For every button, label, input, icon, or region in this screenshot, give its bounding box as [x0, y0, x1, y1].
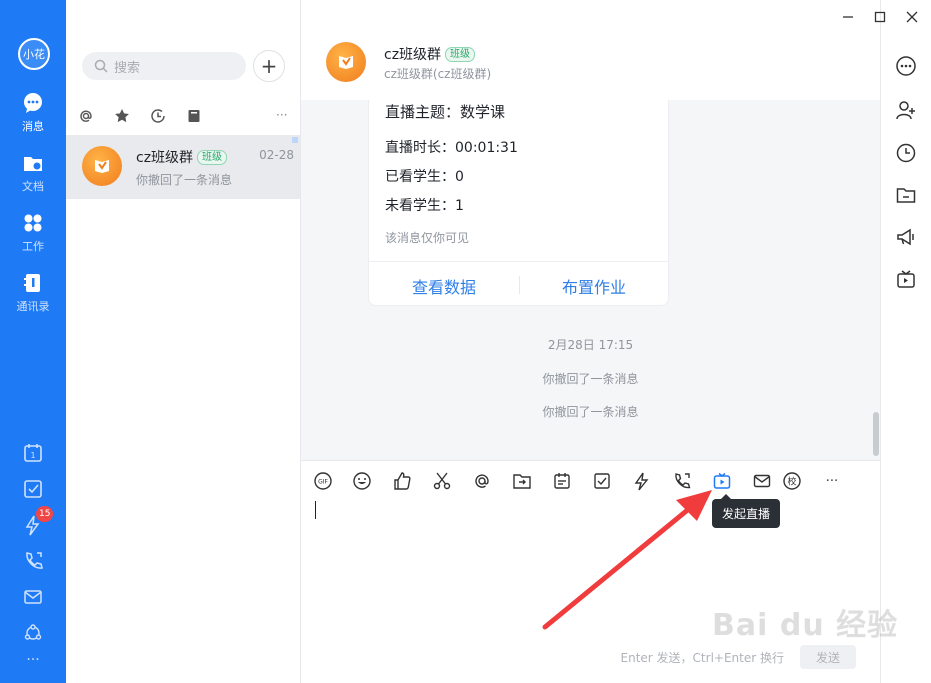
emoji-icon[interactable] [350, 469, 374, 493]
calendar-day: 1 [30, 451, 35, 460]
schedule-icon[interactable] [550, 469, 574, 493]
right-toolbar [880, 0, 931, 683]
task-check-icon[interactable] [590, 469, 614, 493]
add-button[interactable]: + [253, 50, 285, 82]
group-avatar [82, 146, 122, 186]
more-options[interactable]: ··· [276, 108, 287, 122]
lightning-icon[interactable] [0, 514, 66, 536]
user-avatar[interactable]: 小花 [18, 38, 50, 70]
nav-item-docs[interactable]: 文档 [0, 152, 66, 194]
nav-item-work[interactable]: 工作 [0, 212, 66, 254]
lightning-icon[interactable] [630, 469, 654, 493]
network-icon[interactable] [0, 622, 66, 644]
more-dots-icon[interactable]: ··· [820, 469, 844, 493]
send-button[interactable]: 发送 [800, 645, 856, 669]
grid-apps-icon [22, 212, 44, 234]
nav-label: 通讯录 [16, 300, 50, 313]
live-topic: 直播主题：数学课 [385, 103, 506, 121]
more-circle-icon[interactable] [895, 55, 917, 77]
at-mention-icon[interactable] [470, 469, 494, 493]
baidu-watermark: Bai du 经验 [712, 608, 899, 643]
mail-icon[interactable] [0, 586, 66, 608]
at-mention-icon[interactable] [78, 108, 94, 124]
history-clock-icon[interactable] [895, 142, 917, 164]
chat-header: cz班级群 班级 cz班级群(cz班级群) [301, 0, 880, 100]
scissors-icon[interactable] [430, 469, 454, 493]
book-icon [95, 160, 109, 173]
book-icon [339, 56, 353, 69]
archive-icon[interactable] [186, 108, 202, 124]
recent-clock-icon[interactable] [150, 108, 166, 124]
contacts-book-icon [22, 272, 44, 294]
star-icon[interactable] [114, 108, 130, 124]
scrollbar[interactable] [873, 412, 879, 456]
session-preview: 你撤回了一条消息 [136, 173, 233, 187]
add-member-icon[interactable] [895, 99, 917, 121]
chat-subtitle: cz班级群(cz班级群) [384, 67, 492, 81]
more-dots-icon[interactable]: ··· [0, 652, 66, 668]
call-icon[interactable] [670, 469, 694, 493]
calendar-icon[interactable]: 1 [0, 442, 66, 464]
live-duration: 直播时长：00:01:31 [385, 140, 518, 156]
start-live-tooltip: 发起直播 [712, 494, 781, 528]
left-nav: 小花 消息 文档 工作 通讯录 1 15 ··· [0, 0, 66, 683]
maximize-icon[interactable] [869, 6, 891, 28]
chat-title-text: cz班级群 [384, 47, 442, 63]
school-icon[interactable]: 校 [780, 469, 804, 493]
session-name-text: cz班级群 [136, 150, 194, 166]
session-item[interactable]: cz班级群 班级 02-28 你撤回了一条消息 [66, 135, 300, 199]
folder-icon[interactable] [895, 184, 917, 206]
send-hint: Enter 发送，Ctrl+Enter 换行 发送 [621, 645, 856, 669]
unwatched-count: 未看学生：1 [385, 198, 464, 214]
visibility-note: 该消息仅你可见 [385, 231, 470, 245]
nav-label: 文档 [22, 180, 44, 193]
class-tag: 班级 [445, 46, 476, 62]
gif-icon[interactable]: GIF [311, 469, 335, 493]
close-icon[interactable] [901, 6, 923, 28]
recall-notice: 你撤回了一条消息 [542, 372, 639, 386]
nav-label: 工作 [22, 240, 44, 253]
card-actions: 查看数据 布置作业 [369, 261, 668, 306]
announcement-icon[interactable] [895, 226, 917, 248]
recall-notice: 你撤回了一条消息 [542, 405, 639, 419]
gif-label: GIF [318, 479, 328, 486]
school-label: 校 [787, 476, 796, 488]
watched-count: 已看学生：0 [385, 169, 464, 185]
search-box[interactable]: 搜索 [82, 52, 246, 80]
start-live-icon[interactable] [710, 469, 734, 493]
live-tv-icon[interactable] [895, 268, 917, 290]
phone-icon[interactable] [0, 550, 66, 572]
nav-item-messages[interactable]: 消息 [0, 92, 66, 134]
folder-send-icon[interactable] [510, 469, 534, 493]
session-time: 02-28 [259, 148, 294, 162]
mail-icon[interactable] [750, 469, 774, 493]
message-timestamp: 2月28日 17:15 [547, 338, 634, 352]
message-composer[interactable]: GIF 校 ··· 发起直播 Enter 发送，Ctrl+Enter 换行 发送 [301, 460, 880, 683]
nav-item-contacts[interactable]: 通讯录 [0, 272, 66, 314]
thumbs-up-icon[interactable] [390, 469, 414, 493]
minimize-icon[interactable] [837, 6, 859, 28]
session-name: cz班级群 班级 [136, 147, 228, 167]
filter-bar: ··· [66, 104, 301, 130]
search-icon [94, 59, 108, 73]
folder-icon [22, 152, 44, 174]
chat-title[interactable]: cz班级群 班级 [384, 44, 476, 64]
corner-mark [292, 137, 298, 143]
nav-label: 消息 [22, 120, 44, 133]
group-avatar[interactable] [326, 42, 366, 82]
chat-bubble-icon [22, 92, 44, 114]
search-placeholder: 搜索 [114, 60, 141, 76]
todo-check-icon[interactable] [0, 478, 66, 500]
class-tag: 班级 [197, 149, 228, 165]
live-summary-card: 直播主题：数学课 直播时长：00:01:31 已看学生：0 未看学生：1 该消息… [368, 88, 669, 306]
session-list-panel: 搜索 + ··· cz班级群 班级 02-28 你撤回了一条消息 [66, 0, 301, 683]
send-hint-text: Enter 发送，Ctrl+Enter 换行 [620, 650, 784, 665]
view-data-button[interactable]: 查看数据 [369, 274, 519, 298]
assign-homework-button[interactable]: 布置作业 [519, 274, 669, 298]
text-caret [315, 501, 316, 519]
chat-panel: 直播主题：数学课 直播时长：00:01:31 已看学生：0 未看学生：1 该消息… [301, 0, 880, 683]
